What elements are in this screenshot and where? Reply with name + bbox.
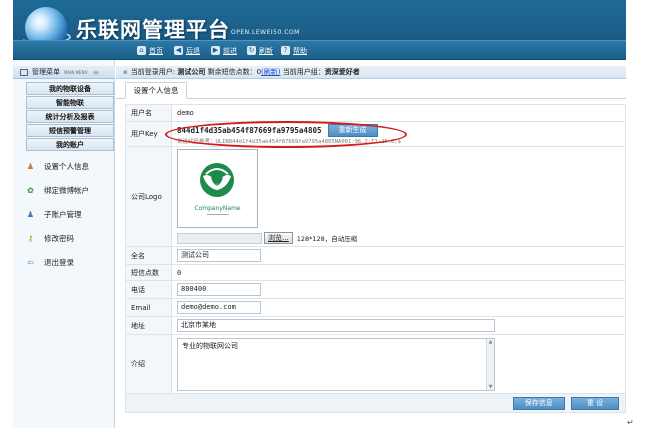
user-settings-icon: ♟ [26,162,35,171]
sidebar-item-weibo[interactable]: ✿ 绑定微博帐户 [26,184,115,197]
textarea-scrollbar[interactable]: ▲ ▼ [486,338,494,390]
help-icon: ? [281,46,290,55]
menu-icon [20,68,28,76]
company-name-text: CompanyName [194,205,241,212]
file-path-input[interactable] [177,232,262,244]
sidebar-category-devices[interactable]: 我的物联设备 [26,82,114,95]
nav-back[interactable]: ◀ 后退 [174,45,200,56]
back-arrow-icon: ◀ [174,46,183,55]
email-input[interactable]: demo@demo.com [177,301,261,314]
address-input[interactable]: 北京市某地 [177,319,495,332]
sidebar-item-password[interactable]: ⚷ 修改密码 [26,232,115,245]
logout-icon: ⇦ [27,258,34,267]
sidebar-item-profile[interactable]: ♟ 设置个人信息 [26,160,115,173]
browse-button[interactable]: 浏览... [264,232,293,244]
fullname-label: 全名 [125,246,172,265]
sidebar-category-smart[interactable]: 智能物联 [26,96,114,109]
company-logo-image: CompanyName [177,149,258,228]
app-url: OPEN.LEWEI50.COM [231,29,300,36]
return-mark: ↵ [627,418,634,427]
status-bar: ▪ 当前登录用户: 测试公司 剩余短信点数： 0 (刷新) 当前用户组： 资深爱… [116,66,626,79]
scroll-down-icon[interactable]: ▼ [487,384,494,390]
save-button[interactable]: 保存信息 [512,396,565,410]
sidebar-category-sms[interactable]: 短信预警管理 [26,124,114,137]
current-user: 测试公司 [177,68,206,76]
sidebar-category-stats[interactable]: 统计分析及报表 [26,110,114,123]
forward-arrow-icon: ▶ [211,46,220,55]
app-window: 乐联网管理平台 OPEN.LEWEI50.COM ⌂ 首页 ◀ 后退 ▶ 前进 … [13,0,626,428]
scroll-up-icon[interactable]: ▲ [487,339,494,345]
refresh-link[interactable]: (刷新) [261,67,280,77]
nav-refresh[interactable]: ↻ 刷新 [247,45,273,56]
weibo-bind-icon: ✿ [27,186,34,195]
phone-input[interactable]: 800400 [177,283,261,296]
profile-form: 用户名 demo 用户Key 844d1f4d35ab454f87669fa97… [125,104,626,413]
nav-home[interactable]: ⌂ 首页 [137,45,163,56]
intro-label: 介绍 [125,334,172,394]
username-value: demo [171,104,626,122]
nav-help[interactable]: ? 帮助 [281,45,307,56]
sms-points-label: 短信点数 [125,264,172,281]
leaf-logo-icon [200,163,234,197]
intro-textarea[interactable]: 专业的物联网公司 ▲ ▼ [177,337,495,391]
top-nav: ⌂ 首页 ◀ 后退 ▶ 前进 ↻ 刷新 ? 帮助 [13,40,626,59]
tab-bar: 设置个人信息 [116,82,626,99]
address-label: 地址 [125,316,172,335]
reset-button[interactable]: 重 设 [571,396,619,410]
home-icon: ⌂ [137,46,146,55]
sidebar: 管理菜单 MAIN MENU ≡ 我的物联设备 智能物联 统计分析及报表 短信预… [13,60,115,428]
key-icon: ⚷ [27,234,34,243]
refresh-icon: ↻ [247,46,256,55]
header: 乐联网管理平台 OPEN.LEWEI50.COM ⌂ 首页 ◀ 后退 ▶ 前进 … [13,0,626,60]
highlight-oval [165,121,407,148]
tab-profile[interactable]: 设置个人信息 [125,82,187,99]
logo-label: 公司Logo [125,146,172,247]
sidebar-category-account[interactable]: 我的账户 [26,138,114,151]
email-label: Email [125,298,172,317]
bullet-icon: ▪ [123,68,128,76]
collapse-icon[interactable]: ≡ [93,68,100,77]
user-group: 资深爱好者 [324,68,360,76]
phone-label: 电话 [125,280,172,299]
fullname-input[interactable]: 测试公司 [177,249,261,262]
sidebar-item-logout[interactable]: ⇦ 退出登录 [26,256,115,269]
menu-header: 管理菜单 MAIN MENU ≡ [13,66,115,79]
logo-size-hint: 128*128，自动压缩 [296,235,358,243]
main-panel: ▪ 当前登录用户: 测试公司 剩余短信点数： 0 (刷新) 当前用户组： 资深爱… [116,60,626,428]
sub-account-icon: ♟ [26,210,35,219]
nav-forward[interactable]: ▶ 前进 [211,45,237,56]
sms-points-value: 0 [171,264,626,281]
sidebar-item-subaccounts[interactable]: ♟ 子账户管理 [26,208,115,221]
username-label: 用户名 [125,104,172,122]
